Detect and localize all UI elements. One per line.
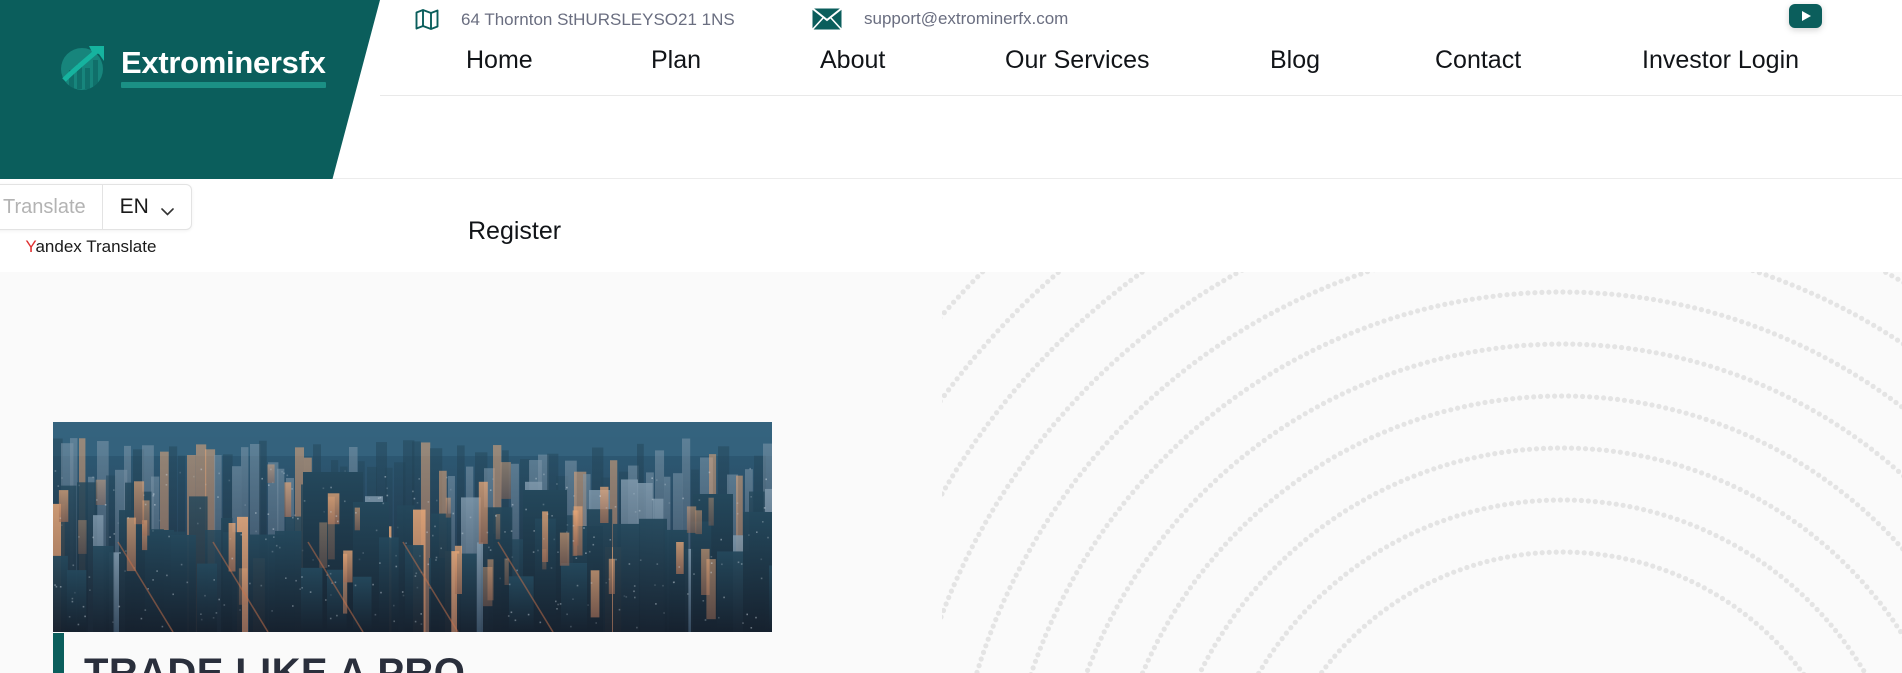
nav-item-investor-login[interactable]: Investor Login [1642,46,1799,75]
hero-section: TRADE LIKE A PRO [0,272,1902,673]
play-triangle-icon [1802,11,1811,21]
nav-item-home[interactable]: Home [466,46,533,75]
nav-item-blog[interactable]: Blog [1270,46,1320,75]
yandex-translate-credit[interactable]: Yandex Translate [0,237,192,257]
logo-wordmark: Extrominersfx [121,44,326,80]
credit-text: andex Translate [35,237,157,256]
hero-title: TRADE LIKE A PRO [84,651,466,673]
language-selector[interactable]: EN [103,185,191,229]
language-value: EN [119,195,149,218]
address-item: 64 Thornton StHURSLEYSO21 1NS [415,8,735,31]
register-link[interactable]: Register [468,217,561,246]
envelope-icon [812,8,842,30]
chart-growth-icon [58,40,112,94]
nav-item-about[interactable]: About [820,46,885,75]
map-icon [415,8,439,31]
title-accent-bar [53,633,64,673]
yandex-translate-widget: あ A Translate EN Yandex Translate [0,184,192,257]
email-text: support@extrominerfx.com [864,9,1069,28]
nav-item-our-services[interactable]: Our Services [1005,46,1149,75]
nav-item-plan[interactable]: Plan [651,46,701,75]
translate-button[interactable]: あ A Translate [0,185,103,229]
nav-divider [380,95,1902,96]
youtube-play-icon[interactable] [1789,4,1822,28]
site-header: Extrominersfx 64 Thornton StHURSLEYSO21 … [0,0,1902,272]
hero-title-row: TRADE LIKE A PRO [53,633,465,673]
hero-city-image [53,422,772,632]
email-item[interactable]: support@extrominerfx.com [812,8,1068,30]
chevron-down-icon [161,203,174,216]
logo-underline [121,81,326,88]
translate-control[interactable]: あ A Translate EN [0,184,192,230]
nav-item-contact[interactable]: Contact [1435,46,1521,75]
hero-card: TRADE LIKE A PRO [53,422,772,673]
translate-label: Translate [3,195,86,218]
credit-initial: Y [25,237,36,256]
dotted-arcs-decoration [942,272,1902,673]
site-logo[interactable]: Extrominersfx [58,40,326,94]
address-text: 64 Thornton StHURSLEYSO21 1NS [461,9,735,29]
